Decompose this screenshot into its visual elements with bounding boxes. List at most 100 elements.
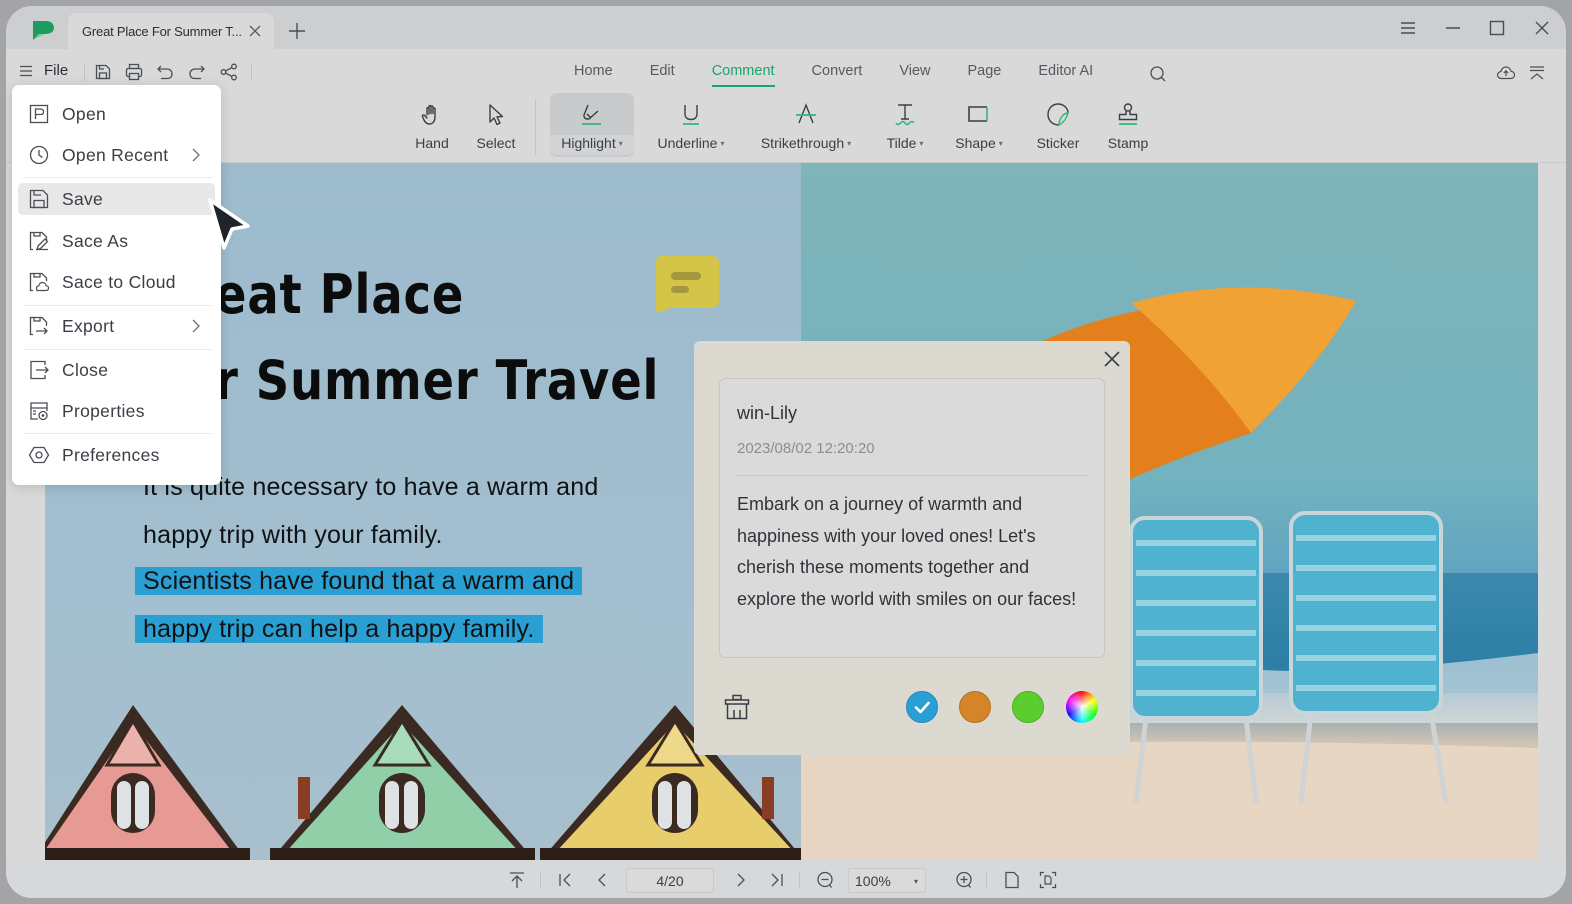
color-swatch-custom[interactable] bbox=[1066, 691, 1098, 723]
highlight-span[interactable]: Scientists have found that a warm and bbox=[135, 567, 583, 595]
highlighted-text-line-2[interactable]: happy trip can help a happy family. bbox=[135, 615, 543, 644]
delete-comment-icon[interactable] bbox=[723, 693, 751, 721]
tab-comment[interactable]: Comment bbox=[711, 63, 775, 87]
tool-label: Select bbox=[476, 135, 516, 151]
close-comment-icon[interactable] bbox=[1102, 349, 1122, 369]
document-viewer[interactable]: eat Place r Summer Travel It is quite ne… bbox=[6, 162, 1566, 861]
last-page-icon[interactable] bbox=[766, 870, 786, 890]
color-swatch-orange[interactable] bbox=[959, 691, 991, 723]
headline-line-2: r Summer Travel bbox=[215, 349, 660, 412]
menu-item-preferences[interactable]: Preferences bbox=[18, 439, 215, 471]
menu-item-properties[interactable]: Properties bbox=[18, 395, 215, 427]
checkmark-icon bbox=[914, 701, 930, 714]
chevron-right-icon bbox=[192, 319, 200, 333]
menu-item-close[interactable]: Close bbox=[18, 354, 215, 386]
tool-label: Underline ▾ bbox=[658, 135, 725, 151]
tool-sticker[interactable]: Sticker bbox=[1032, 93, 1084, 157]
dropdown-caret: ▾ bbox=[913, 877, 918, 886]
divider bbox=[736, 475, 1088, 476]
comment-card[interactable]: win-Lily 2023/08/02 12:20:20 Embark on a… bbox=[719, 378, 1105, 658]
save-as-icon bbox=[29, 231, 49, 251]
tool-underline[interactable]: Underline ▾ bbox=[648, 93, 734, 157]
minimize-icon[interactable] bbox=[1443, 18, 1463, 38]
tool-strikethrough[interactable]: Strikethrough ▾ bbox=[754, 93, 858, 157]
next-page-icon[interactable] bbox=[731, 870, 751, 890]
menu-item-save-to-cloud[interactable]: Sace to Cloud bbox=[18, 266, 215, 298]
title-bar: Great Place For Summer T... bbox=[6, 6, 1566, 49]
tool-stamp[interactable]: Stamp bbox=[1102, 93, 1154, 157]
close-tab-icon[interactable] bbox=[248, 24, 262, 38]
tab-title: Great Place For Summer T... bbox=[82, 23, 242, 39]
tab-home[interactable]: Home bbox=[574, 63, 613, 87]
tool-label-text: Underline bbox=[657, 135, 718, 151]
tool-tilde[interactable]: Tilde ▾ bbox=[880, 93, 930, 157]
tab-convert[interactable]: Convert bbox=[812, 63, 863, 87]
comment-timestamp: 2023/08/02 12:20:20 bbox=[737, 440, 875, 457]
tab-page[interactable]: Page bbox=[968, 63, 1002, 87]
first-page-icon[interactable] bbox=[556, 870, 576, 890]
cloud-upload-icon[interactable] bbox=[1496, 63, 1516, 83]
tool-shape[interactable]: Shape ▾ bbox=[950, 93, 1008, 157]
previous-page-icon[interactable] bbox=[592, 870, 612, 890]
strikethrough-icon bbox=[796, 103, 816, 124]
menu-bar: File Home Edit Comment Convert View Page… bbox=[6, 49, 1566, 93]
tool-highlight[interactable]: Highlight ▾ bbox=[550, 93, 634, 157]
tool-label-text: Strikethrough bbox=[760, 135, 845, 151]
tool-hand[interactable]: Hand bbox=[410, 93, 454, 157]
save-icon bbox=[29, 189, 49, 209]
share-icon[interactable] bbox=[219, 62, 239, 82]
undo-icon[interactable] bbox=[155, 62, 175, 82]
zoom-in-icon[interactable] bbox=[954, 870, 974, 890]
close-window-icon[interactable] bbox=[1532, 18, 1552, 38]
maximize-icon[interactable] bbox=[1487, 18, 1507, 38]
select-arrow-icon bbox=[489, 104, 504, 126]
tool-select[interactable]: Select bbox=[474, 93, 518, 157]
color-swatch-green[interactable] bbox=[1012, 691, 1044, 723]
tool-label: Stamp bbox=[1107, 135, 1149, 151]
go-to-top-icon[interactable] bbox=[507, 870, 527, 890]
print-icon[interactable] bbox=[124, 62, 144, 82]
zoom-level-select[interactable]: 100% ▾ bbox=[848, 868, 926, 893]
save-icon[interactable] bbox=[93, 62, 113, 82]
zoom-level-value: 100% bbox=[855, 872, 891, 889]
chevron-right-icon bbox=[192, 148, 200, 162]
app-window: Great Place For Summer T... File Home Ed… bbox=[6, 6, 1566, 898]
tool-label-text: Shape bbox=[955, 135, 996, 151]
tab-editor-ai[interactable]: Editor AI bbox=[1038, 63, 1093, 87]
page-number-input[interactable]: 4/20 bbox=[626, 868, 714, 893]
highlighted-text-line-1[interactable]: Scientists have found that a warm and bbox=[135, 567, 583, 596]
preferences-icon bbox=[28, 446, 50, 464]
menu-item-open[interactable]: Open bbox=[18, 98, 215, 130]
single-page-view-icon[interactable] bbox=[1002, 870, 1022, 890]
zoom-out-icon[interactable] bbox=[815, 870, 835, 890]
collapse-ribbon-icon[interactable] bbox=[1527, 63, 1547, 83]
menu-item-open-recent[interactable]: Open Recent bbox=[18, 139, 215, 171]
hamburger-menu-icon[interactable] bbox=[1398, 18, 1418, 38]
highlight-span[interactable]: happy trip can help a happy family. bbox=[135, 615, 543, 643]
divider bbox=[84, 63, 85, 81]
document-tab[interactable]: Great Place For Summer T... bbox=[68, 13, 274, 49]
new-tab-icon[interactable] bbox=[288, 22, 306, 40]
divider bbox=[24, 433, 212, 434]
tab-edit[interactable]: Edit bbox=[650, 63, 675, 87]
menu-item-label: Save bbox=[62, 188, 104, 209]
highlight-icon bbox=[582, 104, 601, 125]
menu-item-save[interactable]: Save bbox=[18, 183, 215, 215]
search-icon[interactable] bbox=[1148, 64, 1168, 84]
fit-page-icon[interactable] bbox=[1038, 870, 1058, 890]
tab-view[interactable]: View bbox=[899, 63, 930, 87]
file-menu-button[interactable]: File bbox=[18, 62, 68, 79]
menu-item-export[interactable]: Export bbox=[18, 310, 215, 342]
color-swatch-blue[interactable] bbox=[906, 691, 938, 723]
dropdown-caret: ▾ bbox=[998, 139, 1003, 148]
open-file-icon bbox=[29, 104, 49, 124]
comment-popup: win-Lily 2023/08/02 12:20:20 Embark on a… bbox=[694, 341, 1130, 755]
mouse-pointer-icon bbox=[208, 198, 250, 250]
houses-illustration bbox=[45, 705, 801, 861]
redo-icon[interactable] bbox=[187, 62, 207, 82]
underline-icon bbox=[683, 105, 699, 125]
divider bbox=[986, 871, 987, 889]
sticky-note-comment-icon[interactable] bbox=[655, 256, 719, 312]
comment-text[interactable]: Embark on a journey of warmth and happin… bbox=[737, 489, 1087, 615]
menu-item-save-as[interactable]: Sace As bbox=[18, 225, 215, 257]
